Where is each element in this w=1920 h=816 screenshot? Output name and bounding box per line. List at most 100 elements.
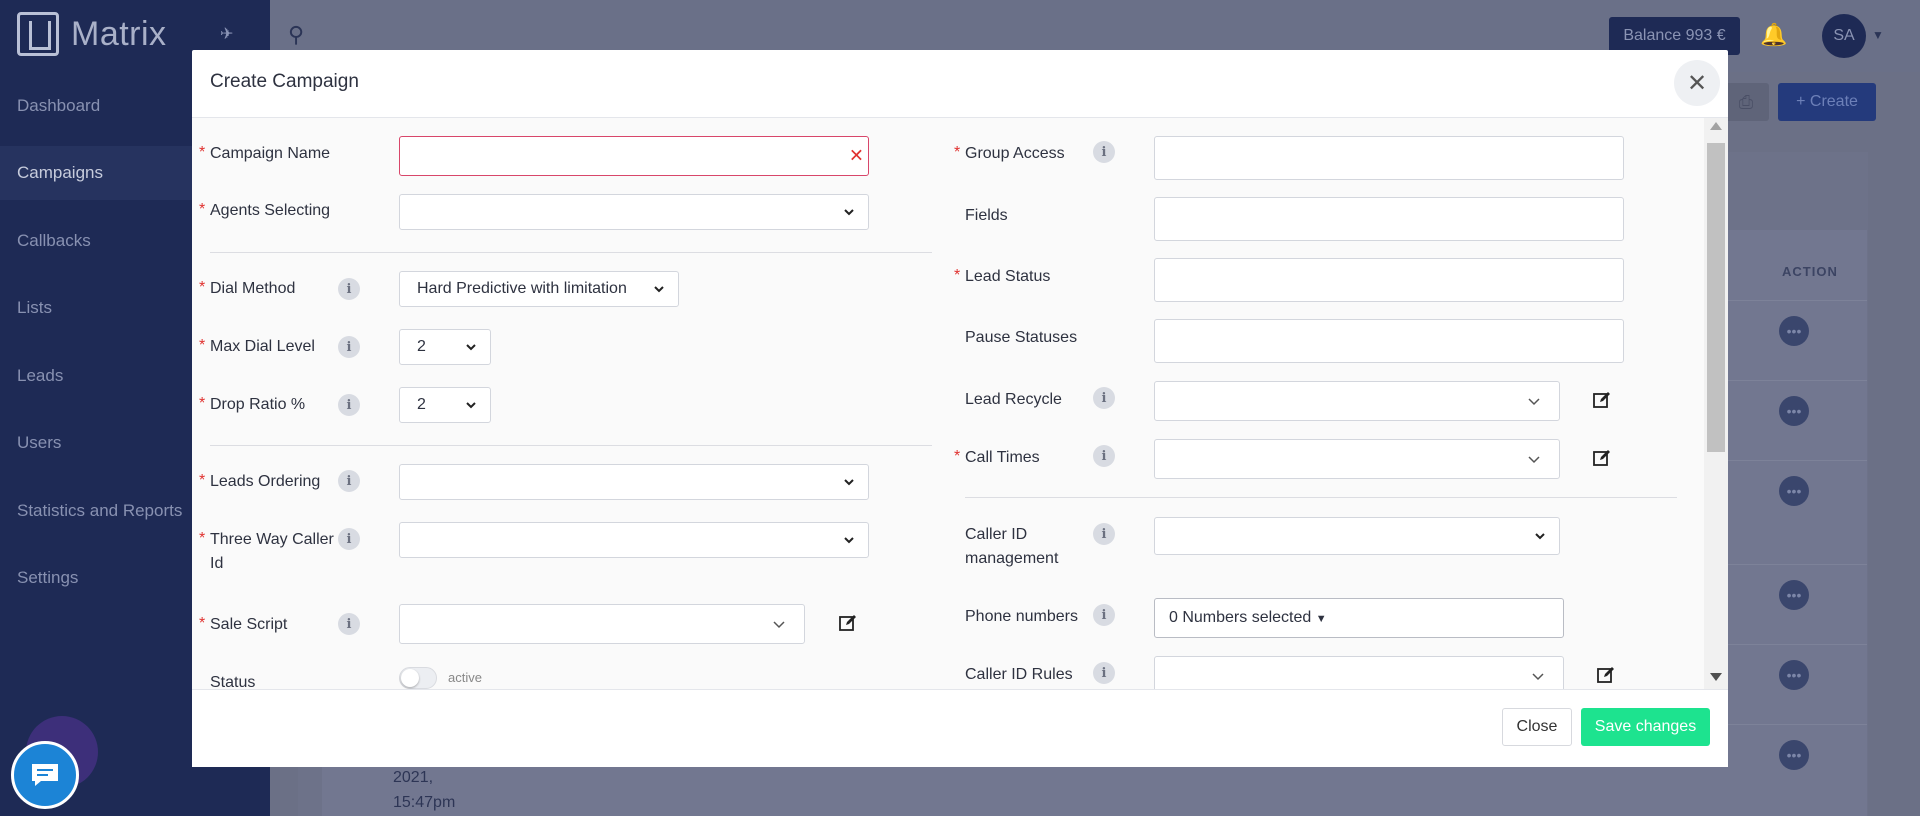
chat-launcher-button[interactable] [11,741,79,809]
phone-numbers-label: Phone numbers [965,608,1078,625]
pin-icon[interactable]: ✈ [220,24,233,44]
scroll-down-arrow-icon[interactable] [1710,673,1722,681]
max-dial-level-value: 2 [417,338,426,355]
row-actions-button[interactable]: ••• [1779,660,1809,690]
modal-header: Create Campaign ✕ [192,50,1728,118]
chevron-down-icon [654,286,664,293]
caller-id-rules-label: Caller ID Rules [965,666,1073,683]
call-times-select[interactable] [1154,439,1560,479]
modal-body[interactable]: * Campaign Name ✕ * Agents Selecting * D… [192,118,1728,689]
leads-ordering-label: Leads Ordering [210,473,321,490]
section-divider [210,252,932,253]
chevron-down-icon [1532,673,1544,681]
fields-input[interactable] [1154,197,1624,241]
info-icon[interactable]: i [338,470,360,492]
search-icon[interactable]: ⚲ [288,22,304,48]
call-times-label: Call Times [965,449,1040,466]
caller-id-management-select[interactable] [1154,517,1560,555]
app-logo[interactable]: Matrix [17,12,167,56]
scroll-thumb[interactable] [1707,143,1725,452]
edit-icon[interactable] [1592,448,1612,468]
chevron-down-icon [773,621,785,629]
info-icon[interactable]: i [338,336,360,358]
info-icon[interactable]: i [1093,604,1115,626]
lead-recycle-select[interactable] [1154,381,1560,421]
info-icon[interactable]: i [338,394,360,416]
chevron-down-icon [1535,533,1545,540]
modal-footer [192,689,1728,767]
sidebar-item-callbacks[interactable]: Callbacks [17,231,91,251]
info-icon[interactable]: i [1093,523,1115,545]
row-actions-button[interactable]: ••• [1779,316,1809,346]
close-button[interactable]: Close [1502,708,1572,746]
print-icon: ⎙ [1738,91,1754,112]
required-marker: * [954,267,961,284]
table-header-action: ACTION [1782,264,1838,279]
save-changes-button[interactable]: Save changes [1581,708,1710,746]
lead-status-input[interactable] [1154,258,1624,302]
modal-title: Create Campaign [210,71,359,92]
dial-method-select[interactable]: Hard Predictive with limitation [399,271,679,307]
dial-method-label: Dial Method [210,280,296,297]
required-marker: * [954,144,961,161]
sidebar-item-statistics[interactable]: Statistics and Reports [17,501,182,521]
status-toggle[interactable] [399,667,437,689]
error-icon: ✕ [848,145,864,166]
caller-id-management-label: Caller ID management [965,523,1058,571]
phone-numbers-select[interactable]: 0 Numbers selected ▼ [1154,598,1564,638]
info-icon[interactable]: i [338,613,360,635]
caller-id-rules-select[interactable] [1154,656,1564,689]
avatar[interactable]: SA [1822,14,1866,58]
required-marker: * [199,530,206,547]
sidebar-item-campaigns[interactable]: Campaigns [17,163,103,183]
row-actions-button[interactable]: ••• [1779,396,1809,426]
bell-icon[interactable]: 🔔 [1760,22,1787,48]
agents-selecting-label: Agents Selecting [210,202,331,219]
info-icon[interactable]: i [338,528,360,550]
drop-ratio-select[interactable]: 2 [399,387,491,423]
three-way-caller-id-select[interactable] [399,522,869,558]
campaign-name-input[interactable]: ✕ [399,136,869,176]
toggle-knob [401,669,419,687]
row-actions-button[interactable]: ••• [1779,740,1809,770]
edit-icon[interactable] [1596,665,1616,685]
sale-script-select[interactable] [399,604,805,644]
status-toggle-label: active [448,670,482,685]
sidebar-item-users[interactable]: Users [17,433,61,453]
modal-scrollbar[interactable] [1704,118,1728,689]
drop-ratio-value: 2 [417,396,426,413]
leads-ordering-select[interactable] [399,464,869,500]
print-button[interactable]: ⎙ [1723,83,1769,121]
info-icon[interactable]: i [338,278,360,300]
modal-close-button[interactable]: ✕ [1674,60,1720,106]
chevron-down-icon [1528,456,1540,464]
agents-selecting-select[interactable] [399,194,869,230]
pause-statuses-input[interactable] [1154,319,1624,363]
info-icon[interactable]: i [1093,141,1115,163]
row-actions-button[interactable]: ••• [1779,476,1809,506]
chat-icon [32,764,58,786]
section-divider [210,445,932,446]
sidebar-item-settings[interactable]: Settings [17,568,78,588]
campaign-name-label: Campaign Name [210,145,331,162]
info-icon[interactable]: i [1093,387,1115,409]
group-access-label: Group Access [965,145,1065,162]
sidebar-item-leads[interactable]: Leads [17,366,63,386]
group-access-input[interactable] [1154,136,1624,180]
scroll-up-arrow-icon[interactable] [1710,122,1722,130]
sidebar-item-lists[interactable]: Lists [17,298,52,318]
info-icon[interactable]: i [1093,445,1115,467]
info-icon[interactable]: i [1093,662,1115,684]
row-actions-button[interactable]: ••• [1779,580,1809,610]
caret-down-icon[interactable]: ▼ [1872,28,1884,42]
max-dial-level-select[interactable]: 2 [399,329,491,365]
edit-icon[interactable] [1592,390,1612,410]
create-button[interactable]: + Create [1778,83,1876,121]
dial-method-value: Hard Predictive with limitation [417,280,627,297]
edit-icon[interactable] [838,613,858,633]
chevron-down-icon [844,537,854,544]
phone-numbers-value: 0 Numbers selected ▼ [1169,609,1327,627]
sidebar-item-dashboard[interactable]: Dashboard [17,96,100,116]
phone-numbers-text: 0 Numbers selected [1169,609,1312,626]
three-way-caller-id-label: Three Way Caller Id [210,528,334,576]
